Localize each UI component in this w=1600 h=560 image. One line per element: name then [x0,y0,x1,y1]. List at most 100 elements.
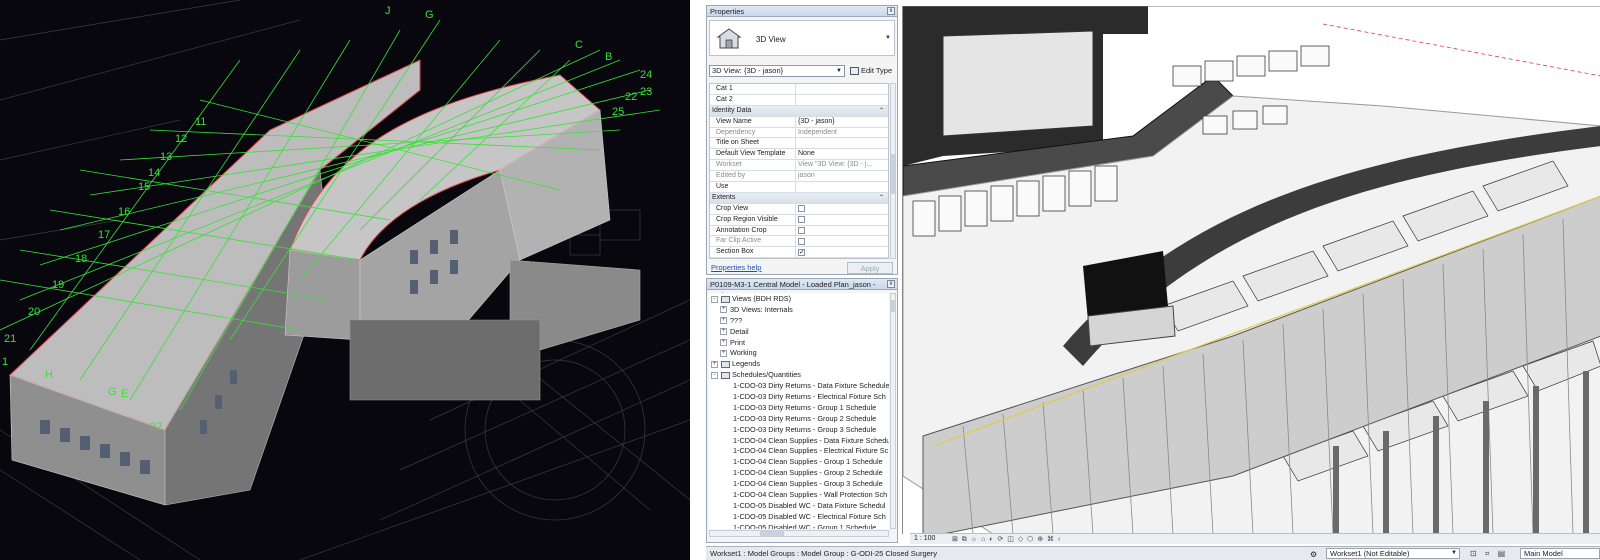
browser-tree-item[interactable]: 1-CDO-03 Dirty Returns - Group 1 Schedul… [709,402,889,413]
browser-tree-label: 1-CDO-03 Dirty Returns - Group 1 Schedul… [733,402,877,412]
collapse-icon[interactable]: ⌃ [879,106,884,116]
property-row[interactable]: Title on Sheet [710,138,888,150]
browser-tree-item[interactable]: + Working [709,347,889,358]
property-checkbox[interactable] [798,226,805,234]
edit-type-button[interactable]: Edit Type [849,65,895,77]
scrollbar-thumb[interactable] [760,531,784,536]
browser-tree-label: 1-CDO-03 Dirty Returns - Group 2 Schedul… [733,413,877,423]
property-row[interactable]: Section Box [710,247,888,258]
view-instance-dropdown[interactable]: 3D View: {3D - jason} ▼ [709,65,845,77]
property-row[interactable]: Annotation Crop [710,225,888,237]
properties-scrollbar[interactable] [890,83,896,259]
browser-tree-label: ??? [730,315,743,325]
browser-tree-item[interactable]: 1-CDO-04 Clean Supplies - Group 2 Schedu… [709,467,889,478]
browser-tree-item[interactable]: 1-CDO-03 Dirty Returns - Electrical Fixt… [709,391,889,402]
property-row[interactable]: View Name {3D - jason} [710,116,888,128]
browser-tree-item[interactable]: 1-CDO-04 Clean Supplies - Data Fixture S… [709,435,889,446]
browser-tree-item[interactable]: - Views (BDH RDS) [709,293,889,304]
property-row[interactable]: Default View Template None [710,149,888,161]
property-value[interactable] [796,182,888,192]
3d-view-canvas[interactable] [902,6,1600,534]
expand-icon[interactable]: + [720,350,727,358]
property-value[interactable]: {3D - jason} [796,117,888,127]
folder-icon [721,371,730,379]
property-row[interactable]: Use [710,182,888,193]
browser-tree-item[interactable]: 1-CDO-04 Clean Supplies - Group 3 Schedu… [709,478,889,489]
property-group-header[interactable]: Identity Data ⌃ [710,105,888,117]
browser-tree-item[interactable]: + Legends [709,358,889,369]
workset-icon[interactable]: ⚙ [1310,548,1317,560]
expand-icon[interactable]: + [720,328,727,336]
property-row[interactable]: Dependency Independent [710,127,888,139]
browser-tree-item[interactable]: 1-CDO-05 Disabled WC - Group 1 Schedule [709,522,889,529]
property-label: View Name [710,116,796,127]
property-row[interactable]: Workset View "3D View: {3D - j... [710,160,888,172]
browser-tree-label: 1-CDO-04 Clean Supplies - Data Fixture S… [733,435,889,445]
browser-tree-item[interactable]: +??? [709,315,889,326]
close-icon[interactable]: x [887,280,895,288]
scrollbar-thumb[interactable] [891,300,895,312]
chevron-down-icon[interactable]: ▼ [885,35,891,41]
type-selector[interactable]: 3D View ▼ [709,20,895,56]
scrollbar-thumb[interactable] [891,154,895,194]
expand-icon[interactable]: + [720,306,727,314]
browser-tree-item[interactable]: 1-CDO-05 Disabled WC - Data Fixture Sche… [709,500,889,511]
browser-tree-item[interactable]: 1-CDO-03 Dirty Returns - Data Fixture Sc… [709,380,889,391]
view-control-icons[interactable]: ⊠ ⧉ ☼ ⌂ ◐ ⟳ ◫ ◇ ⬡ ⊕ ⌘ ‹ [952,535,1061,545]
browser-tree-label: Views (BDH RDS) [732,294,792,303]
property-row[interactable]: Far Clip Active [710,236,888,248]
property-row[interactable]: Crop Region Visible [710,214,888,226]
property-value[interactable]: View "3D View: {3D - j... [796,160,888,170]
property-row[interactable]: Cat 1 [710,84,888,95]
collapse-icon[interactable]: - [711,371,718,379]
property-checkbox[interactable] [798,215,805,223]
browser-tree-item[interactable]: 1-CDO-04 Clean Supplies - Group 1 Schedu… [709,456,889,467]
browser-horizontal-scrollbar[interactable] [709,530,889,537]
property-group-header[interactable]: Extents ⌃ [710,192,888,204]
property-checkbox-cell[interactable] [796,226,888,236]
property-checkbox[interactable] [798,237,805,245]
property-value[interactable] [796,84,888,94]
design-option-field[interactable]: Main Model [1520,548,1600,559]
expand-icon[interactable]: + [720,339,727,347]
browser-tree-item[interactable]: 1-CDO-04 Clean Supplies - Electrical Fix… [709,445,889,456]
collapse-icon[interactable]: ⌃ [879,193,884,203]
property-checkbox-cell[interactable] [796,247,888,257]
browser-tree-item[interactable]: 1-CDO-05 Disabled WC - Electrical Fixtur… [709,511,889,522]
collapse-icon[interactable]: - [711,295,718,303]
properties-help-link[interactable]: Properties help [711,263,761,272]
expand-icon[interactable]: + [711,360,718,368]
property-value[interactable]: None [796,149,888,159]
browser-vertical-scrollbar[interactable] [890,293,896,529]
browser-tree-item[interactable]: + Detail [709,326,889,337]
close-icon[interactable]: x [887,7,895,15]
property-row[interactable]: Cat 2 [710,94,888,106]
browser-tree-item[interactable]: - Schedules/Quantities [709,369,889,380]
view-scale[interactable]: 1 : 100 [914,534,935,544]
property-value[interactable]: jason [796,171,888,181]
status-message: Workset1 : Model Groups : Model Group : … [710,549,938,558]
property-checkbox-cell[interactable] [796,204,888,214]
property-checkbox[interactable] [798,248,805,256]
view-control-bar: 1 : 100 ⊠ ⧉ ☼ ⌂ ◐ ⟳ ◫ ◇ ⬡ ⊕ ⌘ ‹ [910,533,1600,544]
property-checkbox-cell[interactable] [796,236,888,246]
status-tool-icons[interactable]: ⊡ ⌗ ▤ [1470,547,1508,560]
property-value[interactable] [796,95,888,105]
apply-button[interactable]: Apply [847,262,893,274]
browser-tree-item[interactable]: 1-CDO-03 Dirty Returns - Group 3 Schedul… [709,424,889,435]
cad-grid-label: 22 [625,91,637,103]
property-row[interactable]: Crop View [710,203,888,215]
browser-tree-label: Print [730,337,746,347]
property-row[interactable]: Edited by jason [710,171,888,183]
expand-icon[interactable]: + [720,317,727,325]
browser-tree-item[interactable]: 1-CDO-03 Dirty Returns - Group 2 Schedul… [709,413,889,424]
active-workset-dropdown[interactable]: Workset1 (Not Editable) ▼ [1326,548,1460,559]
property-value[interactable]: Independent [796,128,888,138]
browser-tree-item[interactable]: + Print [709,337,889,348]
browser-tree-item[interactable]: +3D Views: Internals [709,304,889,315]
property-label: Cat 1 [710,84,796,94]
property-value[interactable] [796,138,888,148]
property-checkbox[interactable] [798,204,805,212]
property-checkbox-cell[interactable] [796,215,888,225]
browser-tree-item[interactable]: 1-CDO-04 Clean Supplies - Wall Protectio… [709,489,889,500]
